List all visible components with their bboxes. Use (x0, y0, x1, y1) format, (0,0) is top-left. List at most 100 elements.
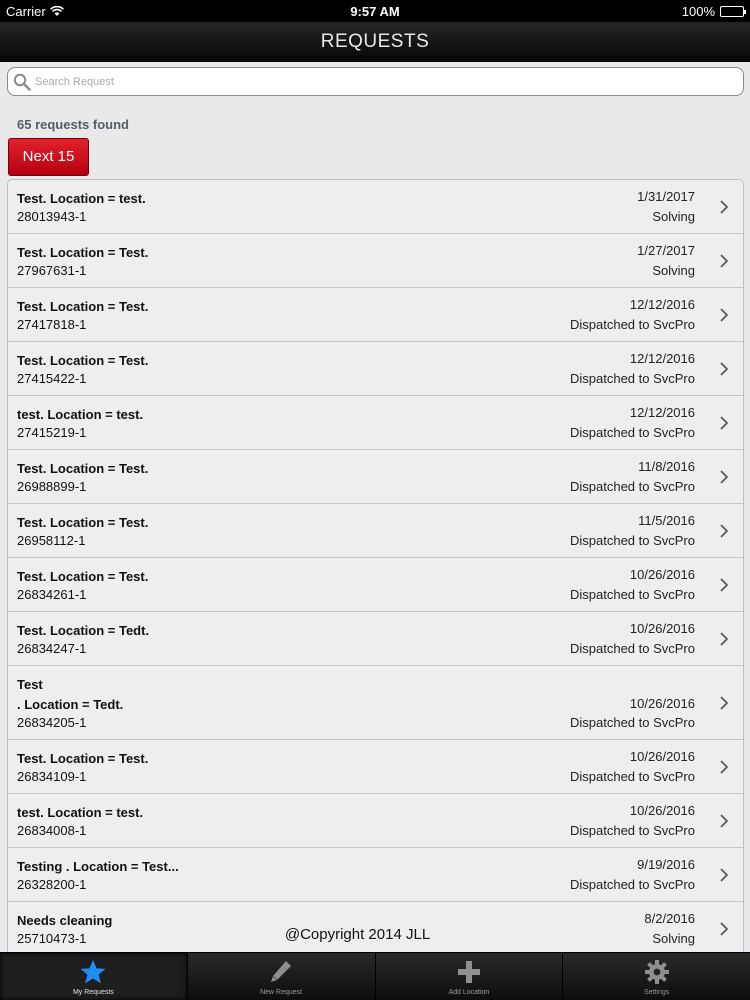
request-title: test. Location = test. (17, 407, 144, 422)
request-date: 1/31/2017 (637, 189, 695, 204)
request-date: 9/19/2016 (637, 857, 695, 872)
request-row[interactable]: Test . Location = Tedt. 26834205-1 10/26… (8, 666, 743, 740)
search-box[interactable] (7, 67, 744, 96)
request-status: Dispatched to SvcPro (569, 425, 695, 440)
request-id: 26328200-1 (17, 877, 87, 892)
tab-label: My Requests (72, 989, 114, 996)
chevron-right-icon (720, 361, 729, 376)
tab-label: New Request (260, 989, 303, 996)
request-id: 27415219-1 (17, 425, 87, 440)
request-date: 11/8/2016 (638, 459, 695, 474)
request-id: 26834008-1 (17, 823, 87, 838)
request-id: 27415422-1 (17, 371, 87, 386)
request-status: Dispatched to SvcPro (569, 823, 695, 838)
battery-icon (720, 6, 746, 17)
battery-percent: 100% (681, 4, 715, 19)
request-date: 11/5/2016 (638, 513, 695, 528)
status-bar: Carrier 9:57 AM 100% (0, 0, 750, 22)
request-id: 26834261-1 (17, 587, 87, 602)
request-row[interactable]: Test. Location = Test. 27415422-1 12/12/… (8, 342, 743, 396)
chevron-right-icon (720, 415, 729, 430)
request-row[interactable]: Test. Location = Test. 26834261-1 10/26/… (8, 558, 743, 612)
request-date: 12/12/2016 (629, 405, 695, 420)
request-title: Test. Location = Test. (17, 299, 149, 314)
request-row[interactable]: test. Location = test. 26834008-1 10/26/… (8, 794, 743, 848)
search-input[interactable] (35, 75, 715, 88)
request-row[interactable]: test. Location = test. 27415219-1 12/12/… (8, 396, 743, 450)
chevron-right-icon (720, 523, 729, 538)
tab-add-location[interactable]: Add Location (376, 953, 564, 1000)
request-date: 12/12/2016 (629, 297, 695, 312)
request-title: Test. Location = Test. (17, 569, 149, 584)
tab-label: Settings (643, 989, 670, 996)
request-title: Test. Location = Test. (17, 461, 149, 476)
request-title: Testing . Location = Test... (17, 859, 179, 874)
request-id: 27967631-1 (17, 263, 87, 278)
request-id: 26834247-1 (17, 641, 87, 656)
battery-status: 100% (681, 4, 746, 19)
request-status: Solving (652, 263, 695, 278)
chevron-right-icon (720, 695, 729, 710)
chevron-right-icon (720, 469, 729, 484)
request-title: Test. Location = Test. (17, 515, 149, 530)
request-status: Dispatched to SvcPro (569, 479, 695, 494)
request-row[interactable]: Test. Location = Tedt. 26834247-1 10/26/… (8, 612, 743, 666)
request-date: 10/26/2016 (629, 567, 695, 582)
request-status: Dispatched to SvcPro (569, 715, 695, 730)
chevron-right-icon (720, 631, 729, 646)
request-id: 26958112-1 (17, 533, 86, 548)
search-icon (13, 73, 31, 91)
plus-icon (457, 961, 480, 983)
request-title: Test . Location = Tedt. (17, 677, 124, 712)
chevron-right-icon (720, 577, 729, 592)
results-count: 65 requests found (17, 117, 129, 132)
request-title: Test. Location = Test. (17, 751, 149, 766)
copyright-notice: @Copyright 2014 JLL (284, 926, 431, 943)
request-title: Test. Location = test. (17, 191, 146, 206)
request-id: 28013943-1 (17, 209, 87, 224)
request-id: 26834205-1 (17, 715, 87, 730)
page-title: REQUESTS (0, 22, 750, 62)
request-title: Test. Location = Tedt. (17, 623, 150, 638)
request-row[interactable]: Test. Location = Test. 26988899-1 11/8/2… (8, 450, 743, 504)
request-title: Test. Location = Test. (17, 245, 149, 260)
request-title: Test. Location = Test. (17, 353, 149, 368)
chevron-right-icon (720, 813, 729, 828)
tab-bar: My Requests New Request Add Location Set… (0, 952, 750, 1000)
pencil-icon (271, 961, 292, 982)
request-id: 27417818-1 (17, 317, 87, 332)
tab-settings[interactable]: Settings (563, 953, 750, 1000)
tab-my-requests[interactable]: My Requests (0, 953, 188, 1000)
gear-icon (644, 960, 669, 984)
chevron-right-icon (720, 759, 729, 774)
request-date: 12/12/2016 (629, 351, 695, 366)
request-title: test. Location = test. (17, 805, 144, 820)
request-status: Solving (652, 209, 695, 224)
request-date: 10/26/2016 (629, 621, 695, 636)
request-status: Dispatched to SvcPro (569, 769, 695, 784)
request-row[interactable]: Test. Location = Test. 27417818-1 12/12/… (8, 288, 743, 342)
tab-new-request[interactable]: New Request (188, 953, 376, 1000)
request-date: 10/26/2016 (629, 803, 695, 818)
request-row[interactable]: Test. Location = test. 28013943-1 1/31/2… (8, 180, 743, 234)
clock: 9:57 AM (350, 4, 400, 19)
star-icon (80, 960, 106, 984)
request-date: 8/2/2016 (644, 911, 695, 926)
request-id: 26988899-1 (17, 479, 87, 494)
request-date: 1/27/2017 (637, 243, 695, 258)
request-row[interactable]: Test. Location = Test. 27967631-1 1/27/2… (8, 234, 743, 288)
request-list: Test. Location = test. 28013943-1 1/31/2… (7, 179, 744, 952)
request-row[interactable]: Test. Location = Test. 26834109-1 10/26/… (8, 740, 743, 794)
request-id: 26834109-1 (17, 769, 87, 784)
request-status: Dispatched to SvcPro (569, 877, 695, 892)
request-status: Dispatched to SvcPro (569, 641, 695, 656)
chevron-right-icon (720, 253, 729, 268)
tab-label: Add Location (448, 989, 490, 996)
request-date: 10/26/2016 (629, 696, 695, 711)
chevron-right-icon (720, 867, 729, 882)
request-row[interactable]: Test. Location = Test. 26958112-1 11/5/2… (8, 504, 743, 558)
request-row[interactable]: Testing . Location = Test... 26328200-1 … (8, 848, 743, 902)
chevron-right-icon (720, 921, 729, 936)
request-status: Dispatched to SvcPro (569, 533, 695, 548)
next-15-button[interactable]: Next 15 (8, 138, 89, 176)
